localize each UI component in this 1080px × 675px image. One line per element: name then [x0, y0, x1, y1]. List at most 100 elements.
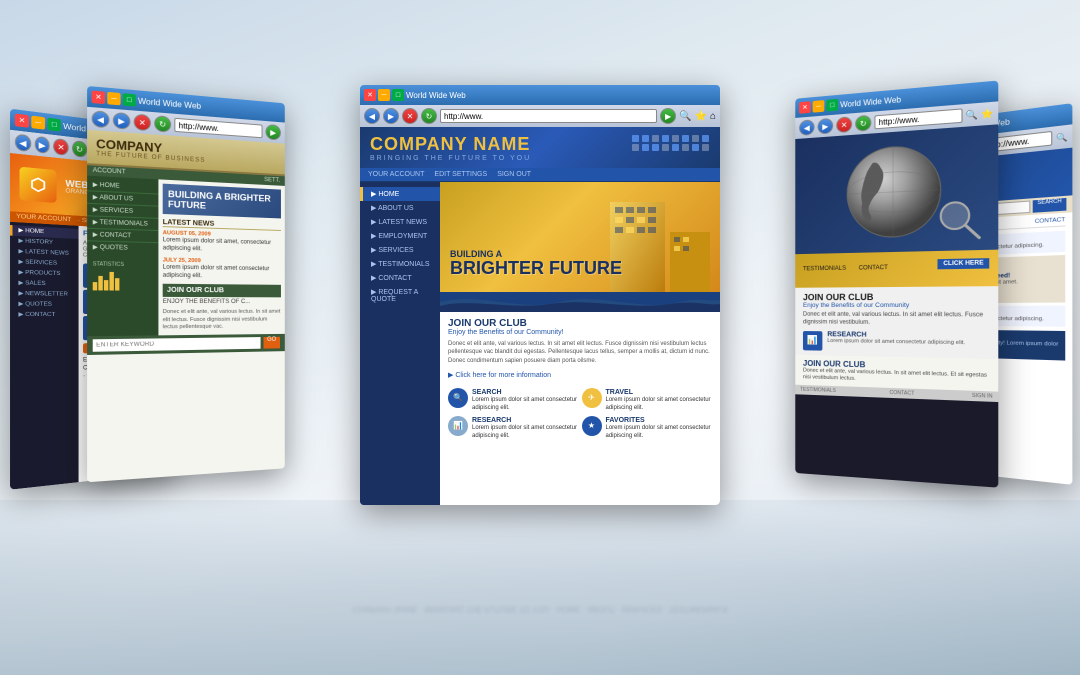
- min-btn-orange[interactable]: ─: [31, 116, 45, 130]
- dot-8: [702, 135, 709, 142]
- sidebar-home-main[interactable]: ▶ HOME: [360, 187, 440, 201]
- dot-5: [672, 135, 679, 142]
- max-btn-globe[interactable]: □: [826, 99, 838, 112]
- main-body-area: ▶ HOME ▶ ABOUT US ▶ LATEST NEWS ▶ EMPLOY…: [360, 182, 720, 505]
- min-btn-company[interactable]: ─: [107, 92, 120, 105]
- max-btn-orange[interactable]: □: [47, 118, 61, 132]
- globe-footer-testimonials[interactable]: TESTIMONIALS: [800, 387, 836, 394]
- close-btn-orange[interactable]: ✕: [15, 113, 29, 127]
- stop-btn-globe[interactable]: ✕: [836, 116, 852, 133]
- search-icon-globe[interactable]: 🔍: [965, 109, 977, 121]
- main-left-sidebar: ▶ HOME ▶ ABOUT US ▶ LATEST NEWS ▶ EMPLOY…: [360, 182, 440, 505]
- join-more-link[interactable]: ▶ Click here for more information: [448, 371, 712, 379]
- close-btn-company[interactable]: ✕: [92, 91, 105, 105]
- travel-icon-feature: ✈: [582, 388, 602, 408]
- sidebar-contact[interactable]: ▶ CONTACT: [10, 310, 79, 321]
- fwd-btn-company[interactable]: ▶: [113, 112, 131, 130]
- feature-travel-text: TRAVEL Lorem ipsum dolor sit amet consec…: [606, 388, 713, 413]
- stop-btn-company[interactable]: ✕: [134, 114, 151, 132]
- research-icon-feature: 📊: [448, 416, 468, 436]
- globe-nav-bar: TESTIMONIALS CONTACT: [803, 256, 888, 275]
- company-menu-quotes[interactable]: ▶ QUOTES: [87, 241, 158, 254]
- refresh-btn-company[interactable]: ↻: [154, 115, 171, 132]
- sidebar-request-quote-main[interactable]: ▶ REQUEST A QUOTE: [360, 285, 440, 306]
- globe-cta-btn[interactable]: CLICK HERE: [938, 258, 989, 269]
- hero-section: BUILDING A BRIGHTER FUTURE: [440, 182, 720, 292]
- main-nav-signout[interactable]: SIGN OUT: [497, 171, 531, 178]
- sidebar-testimonials-main[interactable]: ▶ TESTIMONIALS: [360, 257, 440, 271]
- home-icon-main[interactable]: ⌂: [710, 111, 716, 122]
- fr-nav-contact[interactable]: CONTACT: [1035, 217, 1065, 225]
- dot-2: [642, 135, 649, 142]
- feature-research-desc: Lorem ipsum dolor sit amet consectetur a…: [472, 425, 579, 441]
- search-icon-far-right[interactable]: 🔍: [1056, 132, 1068, 143]
- bar4: [109, 272, 113, 291]
- header-dots-decoration: [632, 135, 710, 151]
- refresh-btn-globe[interactable]: ↻: [855, 115, 871, 132]
- back-btn-company[interactable]: ◀: [92, 110, 110, 128]
- stop-btn-main[interactable]: ✕: [402, 108, 418, 124]
- company-search-button[interactable]: GO: [263, 337, 280, 349]
- fwd-btn-main[interactable]: ▶: [383, 108, 399, 124]
- orange-sidebar: ▶ HOME ▶ HISTORY ▶ LATEST NEWS ▶ SERVICE…: [10, 222, 79, 490]
- company-nav-account[interactable]: ACCOUNT: [93, 168, 126, 176]
- fwd-btn-orange[interactable]: ▶: [34, 136, 50, 154]
- globe-join-title: JOIN OUR CLUB: [803, 291, 989, 302]
- refresh-btn-orange[interactable]: ↻: [72, 140, 87, 158]
- go-btn-company[interactable]: ▶: [265, 124, 280, 141]
- main-nav-settings[interactable]: EDIT SETTINGS: [434, 171, 487, 178]
- feature-favorites-text: FAVORITES Lorem ipsum dolor sit amet con…: [606, 416, 713, 441]
- min-btn-main[interactable]: ─: [378, 89, 390, 101]
- globe-nav-testimonials[interactable]: TESTIMONIALS: [803, 266, 846, 273]
- feature-search: 🔍 SEARCH Lorem ipsum dolor sit amet cons…: [448, 388, 579, 413]
- research-text: Lorem ipsum dolor sit amet consectetur a…: [827, 338, 965, 347]
- news-text-2: Lorem ipsum dolor sit amet consectetur a…: [163, 264, 281, 281]
- back-btn-orange[interactable]: ◀: [15, 133, 31, 152]
- dot-11: [652, 144, 659, 151]
- go-btn-main[interactable]: ▶: [660, 108, 676, 124]
- dot-14: [682, 144, 689, 151]
- address-bar-globe[interactable]: http://www.: [874, 108, 962, 129]
- feature-favorites-desc: Lorem ipsum dolor sit amet consectetur a…: [606, 425, 713, 441]
- sidebar-employment-main[interactable]: ▶ EMPLOYMENT: [360, 229, 440, 243]
- feature-research-label: RESEARCH: [472, 416, 579, 425]
- bar5: [115, 278, 119, 290]
- close-btn-main[interactable]: ✕: [364, 89, 376, 101]
- star-icon-globe[interactable]: ⭐: [981, 107, 994, 119]
- sidebar-news-main[interactable]: ▶ LATEST NEWS: [360, 215, 440, 229]
- back-btn-globe[interactable]: ◀: [799, 119, 814, 136]
- dot-16: [702, 144, 709, 151]
- sidebar-newsletter[interactable]: ▶ NEWSLETTER: [10, 289, 79, 300]
- globe-nav-contact[interactable]: CONTACT: [859, 265, 888, 271]
- company-left-menu: ▶ HOME ▶ ABOUT US ▶ SERVICES ▶ TESTIMONI…: [87, 176, 158, 336]
- company-nav-settings[interactable]: SETT.: [264, 177, 280, 184]
- close-btn-globe[interactable]: ✕: [799, 101, 811, 114]
- search-icon-main[interactable]: 🔍: [679, 111, 691, 122]
- far-right-search-button[interactable]: SEARCH: [1033, 198, 1067, 213]
- globe-gray-section: JOIN OUR CLUB Enjoy the Benefits of our …: [795, 286, 998, 359]
- dot-13: [672, 144, 679, 151]
- max-btn-main[interactable]: □: [392, 89, 404, 101]
- company-search-input[interactable]: [93, 337, 261, 352]
- sidebar-quotes[interactable]: ▶ QUOTES: [10, 299, 79, 310]
- stop-btn-orange[interactable]: ✕: [53, 138, 68, 156]
- news-section: LATEST NEWS AUGUST 05, 2009 Lorem ipsum …: [163, 219, 281, 281]
- stats-chart: [93, 270, 153, 291]
- address-bar-company[interactable]: http://www.: [174, 118, 262, 138]
- fwd-btn-globe[interactable]: ▶: [817, 118, 833, 135]
- globe-footer-contact[interactable]: CONTACT: [890, 390, 915, 397]
- back-btn-main[interactable]: ◀: [364, 108, 380, 124]
- max-btn-company[interactable]: □: [123, 93, 136, 106]
- main-nav-account[interactable]: YOUR ACCOUNT: [368, 171, 424, 178]
- stats-widget: STATISTICS: [87, 258, 158, 294]
- min-btn-globe[interactable]: ─: [813, 100, 825, 113]
- sidebar-about-main[interactable]: ▶ ABOUT US: [360, 201, 440, 215]
- sidebar-contact-main[interactable]: ▶ CONTACT: [360, 271, 440, 285]
- globe-footer-signin[interactable]: SIGN IN: [972, 393, 993, 400]
- star-icon-main[interactable]: ⭐: [695, 111, 707, 122]
- sidebar-services-main[interactable]: ▶ SERVICES: [360, 243, 440, 257]
- address-bar-main[interactable]: http://www.: [440, 109, 657, 123]
- join-section: JOIN OUR CLUB Enjoy the Benefits of our …: [440, 312, 720, 385]
- refresh-btn-main[interactable]: ↻: [421, 108, 437, 124]
- wave-section: [440, 292, 720, 312]
